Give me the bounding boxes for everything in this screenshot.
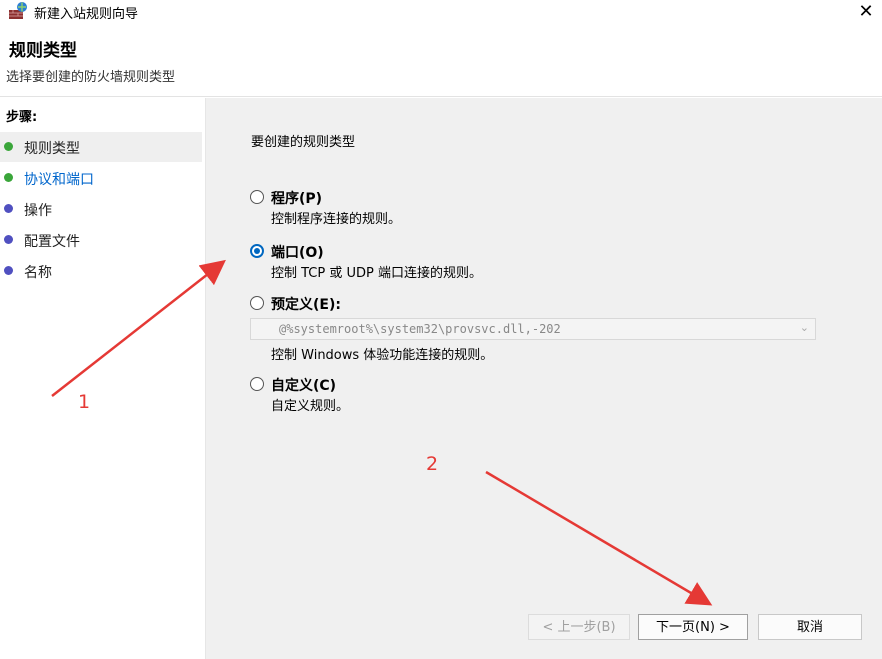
- title-bar: 新建入站规则向导 ✕: [0, 0, 882, 26]
- step-item[interactable]: 配置文件: [0, 225, 202, 255]
- port-option-desc: 控制 TCP 或 UDP 端口连接的规则。: [271, 266, 482, 281]
- window-title: 新建入站规则向导: [34, 7, 139, 22]
- step-label: 配置文件: [24, 234, 80, 250]
- header-divider: [0, 96, 882, 97]
- page-title: 规则类型: [9, 41, 77, 61]
- back-button[interactable]: < 上一步(B): [528, 614, 630, 640]
- step-label: 名称: [24, 265, 52, 281]
- annotation-label-2: 2: [426, 453, 439, 475]
- custom-radio[interactable]: [250, 377, 264, 391]
- main-content: 要创建的规则类型 程序(P) 控制程序连接的规则。 端口(O) 控制 TCP 或…: [206, 98, 882, 659]
- predefined-radio[interactable]: [250, 296, 264, 310]
- steps-panel: 步骤: 规则类型协议和端口操作配置文件名称: [0, 98, 206, 659]
- chevron-down-icon: ⌄: [799, 321, 809, 334]
- firewall-icon: [9, 2, 27, 19]
- steps-title: 步骤:: [6, 110, 38, 125]
- step-item[interactable]: 名称: [0, 256, 202, 286]
- step-status-icon: [4, 235, 13, 244]
- program-option-desc: 控制程序连接的规则。: [271, 212, 402, 227]
- step-item[interactable]: 规则类型: [0, 132, 202, 162]
- predefined-select-value: @%systemroot%\system32\provsvc.dll,-202: [279, 322, 561, 336]
- predefined-select[interactable]: @%systemroot%\system32\provsvc.dll,-202 …: [250, 318, 816, 340]
- rule-type-question: 要创建的规则类型: [251, 135, 356, 150]
- program-radio[interactable]: [250, 190, 264, 204]
- next-button[interactable]: 下一页(N) >: [638, 614, 748, 640]
- cancel-button[interactable]: 取消: [758, 614, 862, 640]
- step-status-icon: [4, 266, 13, 275]
- annotation-label-1: 1: [78, 391, 91, 413]
- close-button[interactable]: ✕: [850, 0, 882, 24]
- port-option-label[interactable]: 端口(O): [271, 242, 324, 262]
- step-label: 规则类型: [24, 141, 80, 157]
- step-label: 操作: [24, 203, 52, 219]
- step-status-icon: [4, 204, 13, 213]
- step-status-icon: [4, 142, 13, 151]
- predefined-option-desc: 控制 Windows 体验功能连接的规则。: [271, 348, 494, 363]
- step-label: 协议和端口: [24, 172, 94, 188]
- step-item[interactable]: 操作: [0, 194, 202, 224]
- step-item[interactable]: 协议和端口: [0, 163, 202, 193]
- port-radio[interactable]: [250, 244, 264, 258]
- custom-option-label[interactable]: 自定义(C): [271, 375, 336, 395]
- page-subtitle: 选择要创建的防火墙规则类型: [6, 70, 176, 85]
- custom-option-desc: 自定义规则。: [271, 399, 350, 414]
- predefined-option-label[interactable]: 预定义(E):: [271, 294, 341, 314]
- step-status-icon: [4, 173, 13, 182]
- program-option-label[interactable]: 程序(P): [271, 188, 322, 208]
